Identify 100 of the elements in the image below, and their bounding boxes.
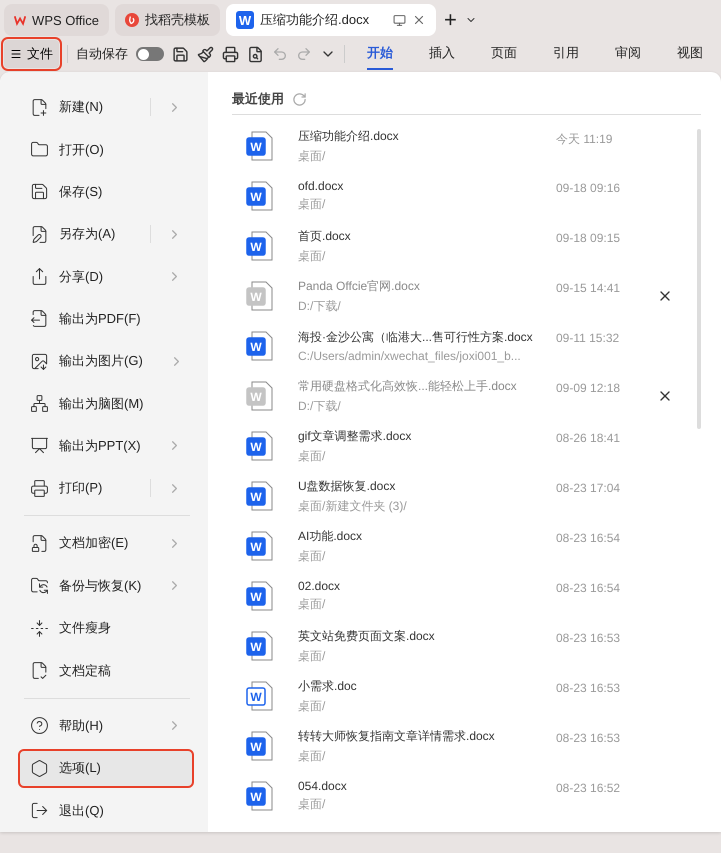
word-logo-icon: W (236, 11, 254, 29)
browser-tab[interactable]: 找稻壳模板 (115, 4, 220, 36)
file-name: 转转大师恢复指南文章详情需求.docx (298, 728, 496, 744)
menu-item-icon (30, 801, 49, 820)
menu-item-icon (30, 352, 49, 371)
menu-item[interactable]: 文件瘦身 (18, 607, 194, 650)
menu-item[interactable]: 选项(L) (18, 748, 194, 788)
file-name: gif文章调整需求.docx (298, 428, 412, 444)
file-name: 02.docx (298, 579, 342, 593)
menu-item-icon (30, 436, 49, 456)
menu-item-icon (30, 661, 49, 680)
menu-item[interactable]: 打印(P) (18, 467, 194, 510)
file-path: 桌面/ (298, 448, 326, 464)
menu-item-icon (30, 224, 49, 244)
file-name: 首页.docx (298, 228, 352, 244)
recent-file-row[interactable]: W 常用硬盘格式化高效恢...能轻松上手.docx D:/下载/ 09-09 12:18 (232, 371, 697, 421)
menu-item[interactable]: 备份与恢复(K) (18, 564, 194, 607)
menu-item[interactable]: 退出(Q) (18, 790, 194, 832)
file-time: 09-15 14:41 (556, 281, 622, 295)
browser-tab[interactable]: WPS Office (4, 4, 109, 36)
file-menu-button[interactable]: 文件 (4, 40, 59, 68)
monitor-icon[interactable] (393, 14, 406, 26)
file-time: 08-23 16:53 (556, 731, 622, 745)
file-path: 桌面/ (298, 748, 326, 764)
menu-item[interactable]: 输出为PPT(X) (18, 424, 194, 468)
ribbon-tab[interactable]: 审阅 (614, 38, 641, 70)
menu-item[interactable]: 输出为PDF(F) (18, 298, 194, 340)
file-path: 桌面/ (298, 548, 326, 564)
file-name: 054.docx (298, 779, 348, 793)
recent-file-row[interactable]: W 054.docx 桌面/ 08-23 16:52 (232, 771, 697, 821)
menu-item[interactable]: 文档定稿 (18, 649, 194, 692)
file-path: C:/Users/admin/xwechat_files/joxi001_b... (298, 349, 522, 363)
menu-item[interactable]: 保存(S) (18, 170, 194, 214)
file-path: 桌面/ (298, 648, 326, 664)
flame-logo-icon (125, 12, 139, 28)
brush-icon[interactable] (197, 46, 214, 62)
ribbon-tab[interactable]: 引用 (552, 38, 579, 70)
menu-item[interactable]: 新建(N) (18, 86, 194, 128)
ribbon-tab[interactable]: 视图 (676, 38, 703, 70)
recent-file-row[interactable]: W Panda Offcie官网.docx D:/下载/ 09-15 14:41 (232, 271, 697, 321)
file-path: D:/下载/ (298, 298, 342, 314)
ribbon-tab[interactable]: 插入 (428, 38, 455, 70)
file-time: 08-23 16:54 (556, 581, 622, 595)
file-path: 桌面/新建文件夹 (3)/ (298, 498, 408, 514)
file-name: U盘数据恢复.docx (298, 478, 396, 494)
print-preview-icon[interactable] (247, 46, 264, 62)
recent-file-row[interactable]: W 转转大师恢复指南文章详情需求.docx 桌面/ 08-23 16:53 (232, 721, 697, 771)
recent-file-row[interactable]: W 英文站免费页面文案.docx 桌面/ 08-23 16:53 (232, 621, 697, 671)
menu-item-icon (30, 716, 49, 736)
file-path: 桌面/ (298, 596, 326, 613)
recent-file-row[interactable]: W 首页.docx 桌面/ 09-18 09:15 (232, 221, 697, 271)
file-path: 桌面/ (298, 698, 326, 714)
menu-item[interactable]: 分享(D) (18, 255, 194, 298)
recent-file-row[interactable]: W 02.docx 桌面/ 08-23 16:54 (232, 571, 697, 621)
recent-file-row[interactable]: W AI功能.docx 桌面/ 08-23 16:54 (232, 521, 697, 571)
recent-title: 最近使用 (232, 90, 284, 108)
file-path: D:/下载/ (298, 398, 342, 414)
menu-item-icon (30, 309, 49, 328)
file-name: ofd.docx (298, 179, 344, 193)
menu-icon (10, 48, 22, 60)
menu-item-icon (30, 478, 49, 498)
autosave-switch[interactable] (136, 47, 164, 61)
menu-item-icon (30, 618, 49, 638)
browser-tab[interactable]: W 压缩功能介绍.docx (226, 4, 436, 36)
file-time: 08-23 16:54 (556, 531, 622, 545)
recent-file-row[interactable]: W 压缩功能介绍.docx 桌面/ 今天 11:19 (232, 121, 697, 171)
new-tab-button[interactable]: + (442, 4, 459, 36)
file-time: 今天 11:19 (556, 131, 614, 148)
menu-item[interactable]: 另存为(A) (18, 213, 194, 256)
file-time: 08-26 18:41 (556, 431, 622, 445)
file-path: 桌面/ (298, 148, 326, 164)
recent-file-row[interactable]: W 小需求.doc 桌面/ 08-23 16:53 (232, 671, 697, 721)
menu-item[interactable]: 文档加密(E) (18, 522, 194, 565)
file-name: 常用硬盘格式化高效恢...能轻松上手.docx (298, 378, 518, 394)
menu-item[interactable]: 帮助(H) (18, 704, 194, 747)
menu-item[interactable]: 打开(O) (18, 128, 194, 171)
file-time: 09-09 12:18 (556, 381, 622, 395)
menu-item-icon (30, 534, 49, 553)
file-name: 英文站免费页面文案.docx (298, 628, 436, 644)
recent-file-row[interactable]: W ofd.docx 桌面/ 09-18 09:16 (232, 171, 697, 221)
menu-item-icon (30, 182, 49, 202)
print-icon[interactable] (222, 46, 240, 62)
file-path: 桌面/ (298, 196, 326, 213)
scrollbar[interactable] (697, 129, 701, 429)
recent-file-row[interactable]: W gif文章调整需求.docx 桌面/ 08-26 18:41 (232, 421, 697, 471)
recent-file-row[interactable]: W 海投·金沙公寓（临港大...售可行性方案.docx C:/Users/admin/xwechat_files/joxi001_b... 09-11 15:32 (232, 321, 697, 371)
menu-item-icon (30, 140, 49, 160)
file-name: Panda Offcie官网.docx (298, 278, 421, 294)
menu-item[interactable]: 输出为脑图(M) (18, 382, 194, 425)
menu-item[interactable]: 输出为图片(G) (18, 340, 194, 382)
recent-file-row[interactable]: W U盘数据恢复.docx 桌面/新建文件夹 (3)/ 08-23 17:04 (232, 471, 697, 521)
file-time: 08-23 17:04 (556, 481, 622, 495)
save-icon[interactable] (172, 46, 190, 62)
file-time: 09-11 15:32 (556, 331, 620, 345)
file-name: AI功能.docx (298, 528, 364, 544)
ribbon-tab[interactable]: 页面 (490, 38, 517, 70)
menu-item-icon (30, 98, 49, 117)
ribbon-tab[interactable]: 开始 (366, 38, 393, 70)
autosave-label: 自动保存 (76, 45, 128, 63)
close-icon[interactable] (412, 13, 426, 27)
